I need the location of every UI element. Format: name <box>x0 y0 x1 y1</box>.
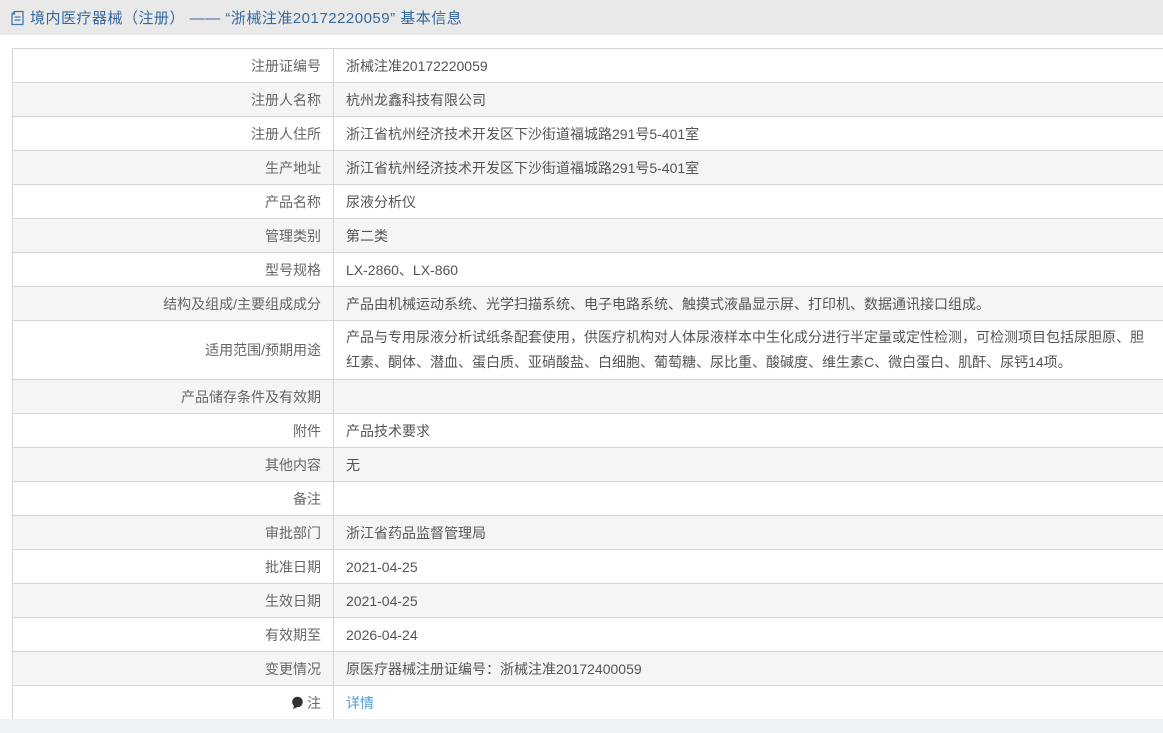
info-table-wrap: 注册证编号浙械注准20172220059注册人名称杭州龙鑫科技有限公司注册人住所… <box>0 35 1163 720</box>
table-row: 适用范围/预期用途产品与专用尿液分析试纸条配套使用，供医疗机构对人体尿液样本中生… <box>13 321 1163 380</box>
table-row: 生效日期2021-04-25 <box>13 584 1163 618</box>
row-value: 产品技术要求 <box>334 414 1163 448</box>
table-row: 批准日期2021-04-25 <box>13 550 1163 584</box>
table-row: 生产地址浙江省杭州经济技术开发区下沙街道福城路291号5-401室 <box>13 151 1163 185</box>
row-value: 无 <box>334 448 1163 482</box>
note-icon <box>291 696 304 710</box>
table-row: 型号规格LX-2860、LX-860 <box>13 253 1163 287</box>
table-row: 审批部门浙江省药品监督管理局 <box>13 516 1163 550</box>
row-label: 附件 <box>13 414 334 448</box>
row-label: 有效期至 <box>13 618 334 652</box>
row-label: 注册人名称 <box>13 83 334 117</box>
info-table-body: 注册证编号浙械注准20172220059注册人名称杭州龙鑫科技有限公司注册人住所… <box>13 49 1163 720</box>
info-table: 注册证编号浙械注准20172220059注册人名称杭州龙鑫科技有限公司注册人住所… <box>12 48 1163 720</box>
table-row: 管理类别第二类 <box>13 219 1163 253</box>
row-label: 适用范围/预期用途 <box>13 321 334 380</box>
row-value <box>334 380 1163 414</box>
table-row: 产品名称尿液分析仪 <box>13 185 1163 219</box>
row-label: 审批部门 <box>13 516 334 550</box>
row-value: 详情 <box>334 686 1163 720</box>
row-value: 浙江省杭州经济技术开发区下沙街道福城路291号5-401室 <box>334 151 1163 185</box>
row-value: 产品由机械运动系统、光学扫描系统、电子电路系统、触摸式液晶显示屏、打印机、数据通… <box>334 287 1163 321</box>
row-label: 型号规格 <box>13 253 334 287</box>
row-label: 生产地址 <box>13 151 334 185</box>
table-row: 产品储存条件及有效期 <box>13 380 1163 414</box>
row-value: LX-2860、LX-860 <box>334 253 1163 287</box>
table-row: 其他内容无 <box>13 448 1163 482</box>
row-label: 批准日期 <box>13 550 334 584</box>
page-header: 境内医疗器械（注册） —— “浙械注准20172220059” 基本信息 <box>0 0 1163 35</box>
row-value: 原医疗器械注册证编号：浙械注准20172400059 <box>334 652 1163 686</box>
row-label: 变更情况 <box>13 652 334 686</box>
row-label: 管理类别 <box>13 219 334 253</box>
row-value: 浙江省药品监督管理局 <box>334 516 1163 550</box>
table-row: 有效期至2026-04-24 <box>13 618 1163 652</box>
row-label: 备注 <box>13 482 334 516</box>
row-value: 杭州龙鑫科技有限公司 <box>334 83 1163 117</box>
row-value: 2026-04-24 <box>334 618 1163 652</box>
row-label: 其他内容 <box>13 448 334 482</box>
row-value: 浙江省杭州经济技术开发区下沙街道福城路291号5-401室 <box>334 117 1163 151</box>
row-value: 第二类 <box>334 219 1163 253</box>
table-row: 注详情 <box>13 686 1163 720</box>
row-value: 产品与专用尿液分析试纸条配套使用，供医疗机构对人体尿液样本中生化成分进行半定量或… <box>334 321 1163 380</box>
content-area: 境内医疗器械（注册） —— “浙械注准20172220059” 基本信息 注册证… <box>0 0 1163 719</box>
row-value: 浙械注准20172220059 <box>334 49 1163 83</box>
row-label: 产品名称 <box>13 185 334 219</box>
document-icon <box>10 10 25 26</box>
table-row: 附件产品技术要求 <box>13 414 1163 448</box>
page-background <box>0 719 1163 733</box>
table-row: 注册证编号浙械注准20172220059 <box>13 49 1163 83</box>
details-link[interactable]: 详情 <box>346 695 374 711</box>
row-value: 尿液分析仪 <box>334 185 1163 219</box>
row-label: 注 <box>13 686 334 720</box>
row-label: 生效日期 <box>13 584 334 618</box>
table-row: 注册人住所浙江省杭州经济技术开发区下沙街道福城路291号5-401室 <box>13 117 1163 151</box>
row-value: 2021-04-25 <box>334 584 1163 618</box>
page-title: 境内医疗器械（注册） —— “浙械注准20172220059” 基本信息 <box>30 7 462 28</box>
row-label: 注册证编号 <box>13 49 334 83</box>
row-label: 结构及组成/主要组成成分 <box>13 287 334 321</box>
row-label: 产品储存条件及有效期 <box>13 380 334 414</box>
table-row: 结构及组成/主要组成成分产品由机械运动系统、光学扫描系统、电子电路系统、触摸式液… <box>13 287 1163 321</box>
row-label: 注册人住所 <box>13 117 334 151</box>
row-value: 2021-04-25 <box>334 550 1163 584</box>
table-row: 备注 <box>13 482 1163 516</box>
row-value <box>334 482 1163 516</box>
table-row: 变更情况原医疗器械注册证编号：浙械注准20172400059 <box>13 652 1163 686</box>
table-row: 注册人名称杭州龙鑫科技有限公司 <box>13 83 1163 117</box>
